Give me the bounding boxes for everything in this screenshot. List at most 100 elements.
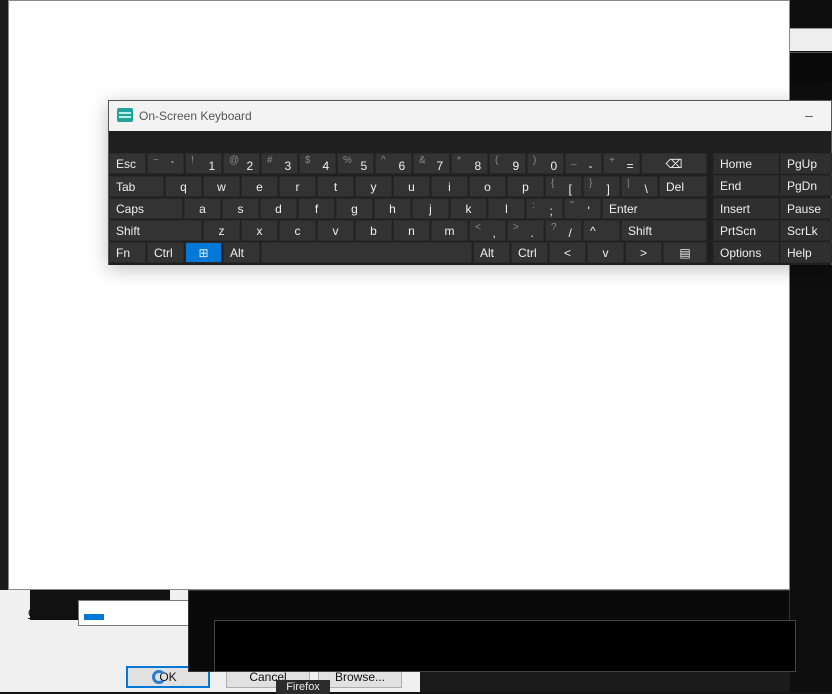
key-row4-5[interactable]: b [355, 220, 392, 241]
key-row3-0[interactable]: Caps [109, 198, 183, 219]
key-row3-5[interactable]: g [336, 198, 373, 219]
background-black-window-inner [214, 620, 796, 672]
key-row2-13[interactable]: | \ [621, 176, 658, 197]
key-row2-0[interactable]: Tab [109, 176, 164, 197]
nav-key-help[interactable]: Help [780, 242, 832, 264]
key-row1-13[interactable]: + = [603, 153, 640, 174]
key-row3-6[interactable]: h [374, 198, 411, 219]
key-label: Alt [230, 246, 245, 260]
key-row3-7[interactable]: j [412, 198, 449, 219]
key-row5-9[interactable]: > [625, 242, 662, 263]
key-row4-12[interactable]: Shift [621, 220, 707, 241]
key-row5-10[interactable]: ▤ [663, 242, 707, 263]
key-row3-12[interactable]: Enter [602, 198, 707, 219]
nav-key-pgup[interactable]: PgUp [780, 153, 832, 174]
key-row2-14[interactable]: Del [659, 176, 707, 197]
key-row1-0[interactable]: Esc [109, 153, 146, 174]
key-row1-1[interactable]: ~ ` [147, 153, 184, 174]
key-row3-8[interactable]: k [450, 198, 487, 219]
key-row5-4[interactable] [261, 242, 472, 263]
key-row5-6[interactable]: Ctrl [511, 242, 548, 263]
key-row5-3[interactable]: Alt [223, 242, 260, 263]
key-label: Ctrl [154, 246, 173, 260]
nav-key-options[interactable]: Options [713, 242, 779, 264]
key-row5-5[interactable]: Alt [473, 242, 510, 263]
key-row5-1[interactable]: Ctrl [147, 242, 184, 263]
minimize-button[interactable]: – [799, 107, 819, 123]
key-row5-8[interactable]: v [587, 242, 624, 263]
key-row4-2[interactable]: x [241, 220, 278, 241]
key-label: h [389, 202, 396, 216]
key-row3-3[interactable]: d [260, 198, 297, 219]
key-row1-14[interactable]: ⌫ [641, 153, 707, 174]
key-row4-11[interactable]: ^ [583, 220, 620, 241]
key-row1-3[interactable]: @2 [223, 153, 260, 174]
nav-key-scrlk[interactable]: ScrLk [780, 219, 832, 241]
key-row3-9[interactable]: l [488, 198, 525, 219]
key-row1-6[interactable]: % 5 [337, 153, 374, 174]
key-row2-6[interactable]: y [355, 176, 392, 197]
key-label: b [370, 224, 377, 238]
key-row3-1[interactable]: a [184, 198, 221, 219]
key-row2-8[interactable]: i [431, 176, 468, 197]
key-row4-8[interactable]: <, [469, 220, 506, 241]
key-shift-label: | [627, 178, 630, 189]
key-row3-11[interactable]: " ' [564, 198, 601, 219]
nav-key-insert[interactable]: Insert [713, 197, 779, 219]
keyboard-app-icon [117, 108, 133, 122]
key-row4-3[interactable]: c [279, 220, 316, 241]
key-label: ' [587, 204, 590, 218]
key-row5-7[interactable]: < [549, 242, 586, 263]
key-label: v [332, 224, 339, 238]
nav-key-home[interactable]: Home [713, 153, 779, 174]
nav-key-pgdn[interactable]: PgDn [780, 175, 832, 197]
key-label: s [237, 202, 244, 216]
key-row2-5[interactable]: t [317, 176, 354, 197]
key-row5-2[interactable]: ⊞ [185, 242, 222, 263]
keyboard-keys: Esc ~ `! 1 @2 #3 $4% 5 ^ 6 & 7 * 8(9) 0 _ - + = ⌫ Tab q w e r t y u… [109, 131, 832, 265]
key-label: Fn [116, 246, 131, 260]
key-label: f [314, 202, 319, 216]
key-row1-7[interactable]: ^ 6 [375, 153, 412, 174]
key-row1-4[interactable]: #3 [261, 153, 298, 174]
key-row4-0[interactable]: Shift [109, 220, 202, 241]
key-row2-2[interactable]: w [203, 176, 240, 197]
key-row2-1[interactable]: q [165, 176, 202, 197]
key-row3-4[interactable]: f [298, 198, 335, 219]
key-row1-11[interactable]: ) 0 [527, 153, 564, 174]
nav-key-label: ScrLk [787, 223, 818, 238]
run-open-input[interactable] [78, 600, 190, 626]
key-row4-1[interactable]: z [203, 220, 240, 241]
key-label: Caps [116, 202, 145, 216]
key-row2-7[interactable]: u [393, 176, 430, 197]
key-row2-3[interactable]: e [241, 176, 278, 197]
key-row4-9[interactable]: >. [507, 220, 544, 241]
nav-key-end[interactable]: End [713, 175, 779, 197]
key-label: < [563, 246, 571, 260]
key-row1-5[interactable]: $4 [299, 153, 336, 174]
key-row5-0[interactable]: Fn [109, 242, 146, 263]
key-row1-10[interactable]: (9 [489, 153, 526, 174]
key-row1-12[interactable]: _ - [565, 153, 602, 174]
key-row2-11[interactable]: {[ [545, 176, 582, 197]
key-row2-4[interactable]: r [279, 176, 316, 197]
key-row1-9[interactable]: * 8 [451, 153, 488, 174]
key-row1-8[interactable]: & 7 [413, 153, 450, 174]
key-label: 6 [398, 159, 406, 173]
key-row4-7[interactable]: m [431, 220, 468, 241]
nav-key-pause[interactable]: Pause [780, 197, 832, 219]
key-row3-10[interactable]: :; [526, 198, 563, 219]
key-label: 3 [284, 159, 292, 173]
nav-key-prtscn[interactable]: PrtScn [713, 219, 779, 241]
key-row1-2[interactable]: ! 1 [185, 153, 222, 174]
key-row2-10[interactable]: p [507, 176, 544, 197]
background-window-toolbar [790, 52, 832, 83]
osk-titlebar[interactable]: On-Screen Keyboard – [109, 101, 831, 131]
key-row4-10[interactable]: ? / [545, 220, 582, 241]
key-row2-12[interactable]: }] [583, 176, 620, 197]
key-row3-2[interactable]: s [222, 198, 259, 219]
key-row4-4[interactable]: v [317, 220, 354, 241]
key-label: ; [549, 204, 553, 218]
key-row2-9[interactable]: o [469, 176, 506, 197]
key-row4-6[interactable]: n [393, 220, 430, 241]
